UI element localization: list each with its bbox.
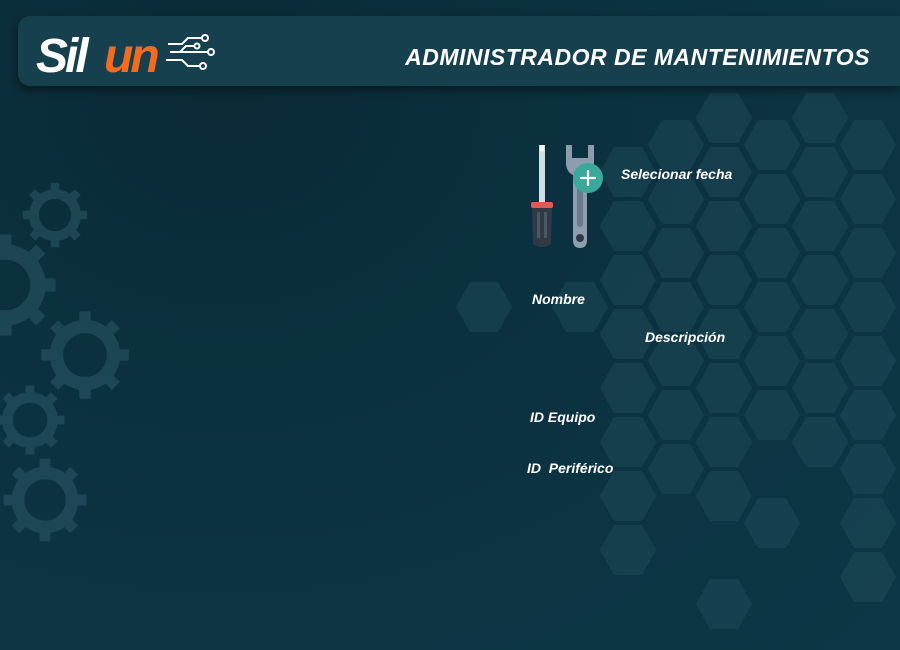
page-title: ADMINISTRADOR DE MANTENIMIENTOS — [405, 44, 870, 70]
svg-text:un: un — [104, 30, 158, 82]
silun-logo: Sil un — [36, 30, 215, 82]
plus-circle-icon[interactable] — [573, 163, 603, 193]
screwdriver-wrench-icon — [531, 145, 594, 248]
description-label: Descripción — [645, 329, 726, 345]
name-label: Nombre — [532, 291, 585, 307]
svg-text:Sil: Sil — [36, 30, 90, 82]
select-date-label[interactable]: Selecionar fecha — [621, 166, 732, 182]
equipment-id-label: ID Equipo — [530, 409, 596, 425]
header-bar: Sil un ADMINISTRADOR DE MANTENIMIENTOS — [18, 16, 900, 86]
add-maintenance-button[interactable] — [520, 140, 610, 255]
peripheral-id-label: ID Periférico — [527, 460, 614, 476]
background-pattern — [0, 93, 896, 629]
